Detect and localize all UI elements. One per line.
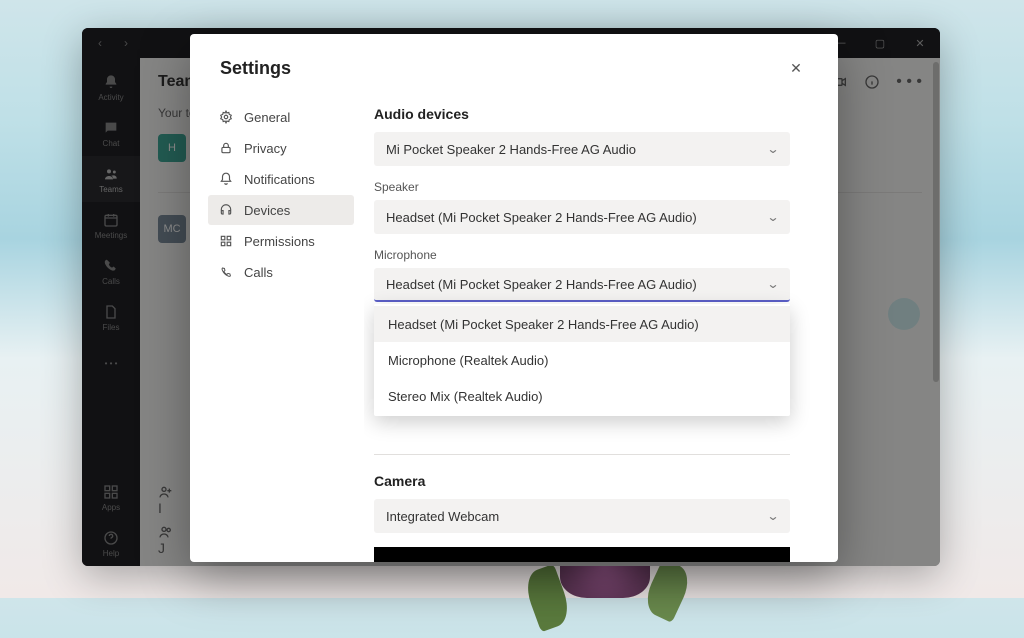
microphone-option[interactable]: Headset (Mi Pocket Speaker 2 Hands-Free … [374, 306, 790, 342]
scrollbar-thumb[interactable] [933, 62, 939, 382]
camera-preview [374, 547, 790, 562]
speaker-dropdown[interactable]: Headset (Mi Pocket Speaker 2 Hands-Free … [374, 200, 790, 234]
dropdown-value: Integrated Webcam [386, 509, 499, 524]
nav-label: Calls [244, 265, 273, 280]
microphone-option[interactable]: Microphone (Realtek Audio) [374, 342, 790, 378]
microphone-dropdown-list: Headset (Mi Pocket Speaker 2 Hands-Free … [374, 304, 790, 416]
dropdown-value: Mi Pocket Speaker 2 Hands-Free AG Audio [386, 142, 636, 157]
camera-heading: Camera [374, 473, 790, 489]
dropdown-value: Headset (Mi Pocket Speaker 2 Hands-Free … [386, 210, 697, 225]
nav-notifications[interactable]: Notifications [208, 164, 354, 194]
settings-dialog: Settings ✕ General Privacy Notifications… [190, 34, 838, 562]
grid-icon [218, 234, 234, 248]
gear-icon [218, 110, 234, 124]
chevron-down-icon: ⌄ [766, 509, 779, 523]
chevron-down-icon: ⌄ [766, 210, 779, 224]
nav-permissions[interactable]: Permissions [208, 226, 354, 256]
nav-devices[interactable]: Devices [208, 195, 354, 225]
nav-label: Notifications [244, 172, 315, 187]
audio-devices-heading: Audio devices [374, 106, 790, 122]
audio-devices-dropdown[interactable]: Mi Pocket Speaker 2 Hands-Free AG Audio … [374, 132, 790, 166]
settings-content: Audio devices Mi Pocket Speaker 2 Hands-… [364, 94, 838, 562]
nav-calls[interactable]: Calls [208, 257, 354, 287]
headset-icon [218, 203, 234, 217]
microphone-dropdown[interactable]: Headset (Mi Pocket Speaker 2 Hands-Free … [374, 268, 790, 302]
chevron-down-icon: ⌄ [766, 277, 779, 291]
dropdown-value: Headset (Mi Pocket Speaker 2 Hands-Free … [386, 277, 697, 292]
lock-icon [218, 141, 234, 155]
nav-label: Privacy [244, 141, 287, 156]
settings-nav: General Privacy Notifications Devices Pe… [190, 94, 364, 562]
nav-label: General [244, 110, 290, 125]
dialog-close-button[interactable]: ✕ [784, 56, 808, 80]
chevron-down-icon: ⌄ [766, 142, 779, 156]
microphone-option[interactable]: Stereo Mix (Realtek Audio) [374, 378, 790, 414]
bell-icon [218, 172, 234, 186]
nav-label: Permissions [244, 234, 315, 249]
microphone-label: Microphone [374, 248, 790, 262]
nav-privacy[interactable]: Privacy [208, 133, 354, 163]
phone-icon [218, 265, 234, 279]
divider [374, 454, 790, 455]
camera-dropdown[interactable]: Integrated Webcam ⌄ [374, 499, 790, 533]
speaker-label: Speaker [374, 180, 790, 194]
nav-general[interactable]: General [208, 102, 354, 132]
dialog-title: Settings [220, 58, 291, 79]
nav-label: Devices [244, 203, 290, 218]
